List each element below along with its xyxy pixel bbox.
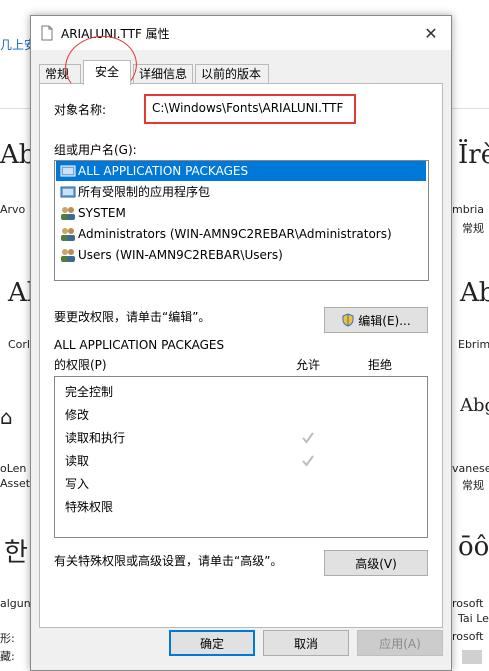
- object-name-value: C:\Windows\Fonts\ARIALUNI.TTF: [152, 101, 344, 115]
- ok-button[interactable]: 确定: [169, 630, 255, 656]
- tab-previous-versions[interactable]: 以前的版本: [195, 64, 269, 83]
- advanced-hint: 有关特殊权限或高级设置，请单击“高级”。: [54, 554, 283, 568]
- user-name: ALL APPLICATION PACKAGES: [78, 164, 249, 178]
- font-info-label: 形:: [0, 632, 15, 645]
- edit-button[interactable]: 编辑(E)...: [324, 307, 428, 333]
- properties-dialog: ARIALUNI.TTF 属性 ✕ 常规 安全 详细信息 以前的版本 对象名称:…: [30, 15, 452, 671]
- file-icon: [41, 25, 53, 41]
- close-icon: ✕: [424, 23, 438, 43]
- user-group-icon: [61, 249, 75, 262]
- user-list-item[interactable]: Administrators (WIN-AMN9C2REBAR\Administ…: [56, 224, 426, 244]
- font-name-label: mbria: [452, 203, 485, 216]
- permission-item: 特殊权限: [65, 500, 114, 514]
- font-preview-glyph: 한: [4, 538, 28, 568]
- font-preview-glyph: Ïrè: [458, 140, 489, 170]
- user-group-icon: [61, 207, 75, 220]
- font-preview-glyph: Ab: [460, 278, 489, 308]
- permission-item: 完全控制: [65, 385, 114, 399]
- security-panel: 对象名称: C:\Windows\Fonts\ARIALUNI.TTF 组或用户…: [39, 83, 443, 628]
- allow-check-icon: [302, 455, 314, 467]
- permission-item: 读取和执行: [65, 431, 126, 445]
- font-name-label: Tai Le: [458, 612, 489, 625]
- tab-security[interactable]: 安全: [83, 60, 131, 85]
- permission-for-label: ALL APPLICATION PACKAGES: [54, 338, 225, 352]
- font-name-label: algun: [0, 597, 31, 610]
- font-name-label: rosoft: [452, 597, 484, 610]
- font-style-label: 常规: [462, 222, 484, 235]
- font-preview-glyph: ōôc: [458, 532, 489, 562]
- permission-item: 写入: [65, 477, 90, 491]
- font-style-label: 常规: [462, 479, 484, 492]
- package-icon: [60, 186, 76, 198]
- allow-column-header: 允许: [296, 358, 321, 372]
- font-name-label: Arvo: [0, 203, 26, 216]
- change-permission-hint: 要更改权限，请单击“编辑”。: [54, 310, 211, 324]
- user-list-item[interactable]: SYSTEM: [56, 203, 426, 223]
- permission-list[interactable]: 完全控制 修改 读取和执行 读取 写入 特殊权限: [54, 376, 428, 538]
- cancel-button[interactable]: 取消: [263, 630, 349, 656]
- font-name-label: vanese: [452, 462, 489, 475]
- object-name-label: 对象名称:: [54, 103, 107, 117]
- user-name: 所有受限制的应用程序包: [78, 185, 211, 199]
- font-name-label: oLen: [0, 462, 27, 475]
- user-group-icon: [61, 228, 75, 241]
- permission-item: 读取: [65, 454, 90, 468]
- user-list-item[interactable]: ALL APPLICATION PACKAGES: [56, 161, 426, 181]
- font-name-label: Corl: [8, 338, 30, 351]
- font-preview-glyph: Abg: [460, 395, 489, 416]
- shield-icon: [342, 313, 354, 327]
- user-list-item[interactable]: Users (WIN-AMN9C2REBAR\Users): [56, 245, 426, 265]
- user-name: Administrators (WIN-AMN9C2REBAR\Administ…: [78, 227, 392, 241]
- user-name: Users (WIN-AMN9C2REBAR\Users): [78, 248, 283, 262]
- allow-check-icon: [302, 432, 314, 444]
- tab-details[interactable]: 详细信息: [133, 64, 193, 83]
- user-list[interactable]: ALL APPLICATION PACKAGES 所有受限制的应用程序包 SYS…: [54, 160, 429, 281]
- permission-item: 修改: [65, 408, 90, 422]
- apply-button[interactable]: 应用(A): [357, 630, 443, 656]
- scroll-thumb[interactable]: [462, 650, 482, 664]
- edit-button-label: 编辑(E)...: [358, 313, 411, 328]
- user-list-item[interactable]: 所有受限制的应用程序包: [56, 182, 426, 202]
- font-name-label: Ebrim: [458, 338, 489, 351]
- group-users-label: 组或用户名(G):: [54, 143, 137, 157]
- close-button[interactable]: ✕: [411, 16, 451, 50]
- user-name: SYSTEM: [78, 206, 126, 220]
- font-name-label: rosoft: [452, 630, 484, 643]
- deny-column-header: 拒绝: [368, 358, 393, 372]
- package-icon: [60, 165, 76, 177]
- permission-for-label-suffix: 的权限(P): [54, 358, 107, 372]
- font-preview-glyph: ⌂: [0, 405, 13, 429]
- font-info-label: 藏:: [0, 650, 15, 663]
- advanced-button[interactable]: 高级(V): [324, 550, 428, 576]
